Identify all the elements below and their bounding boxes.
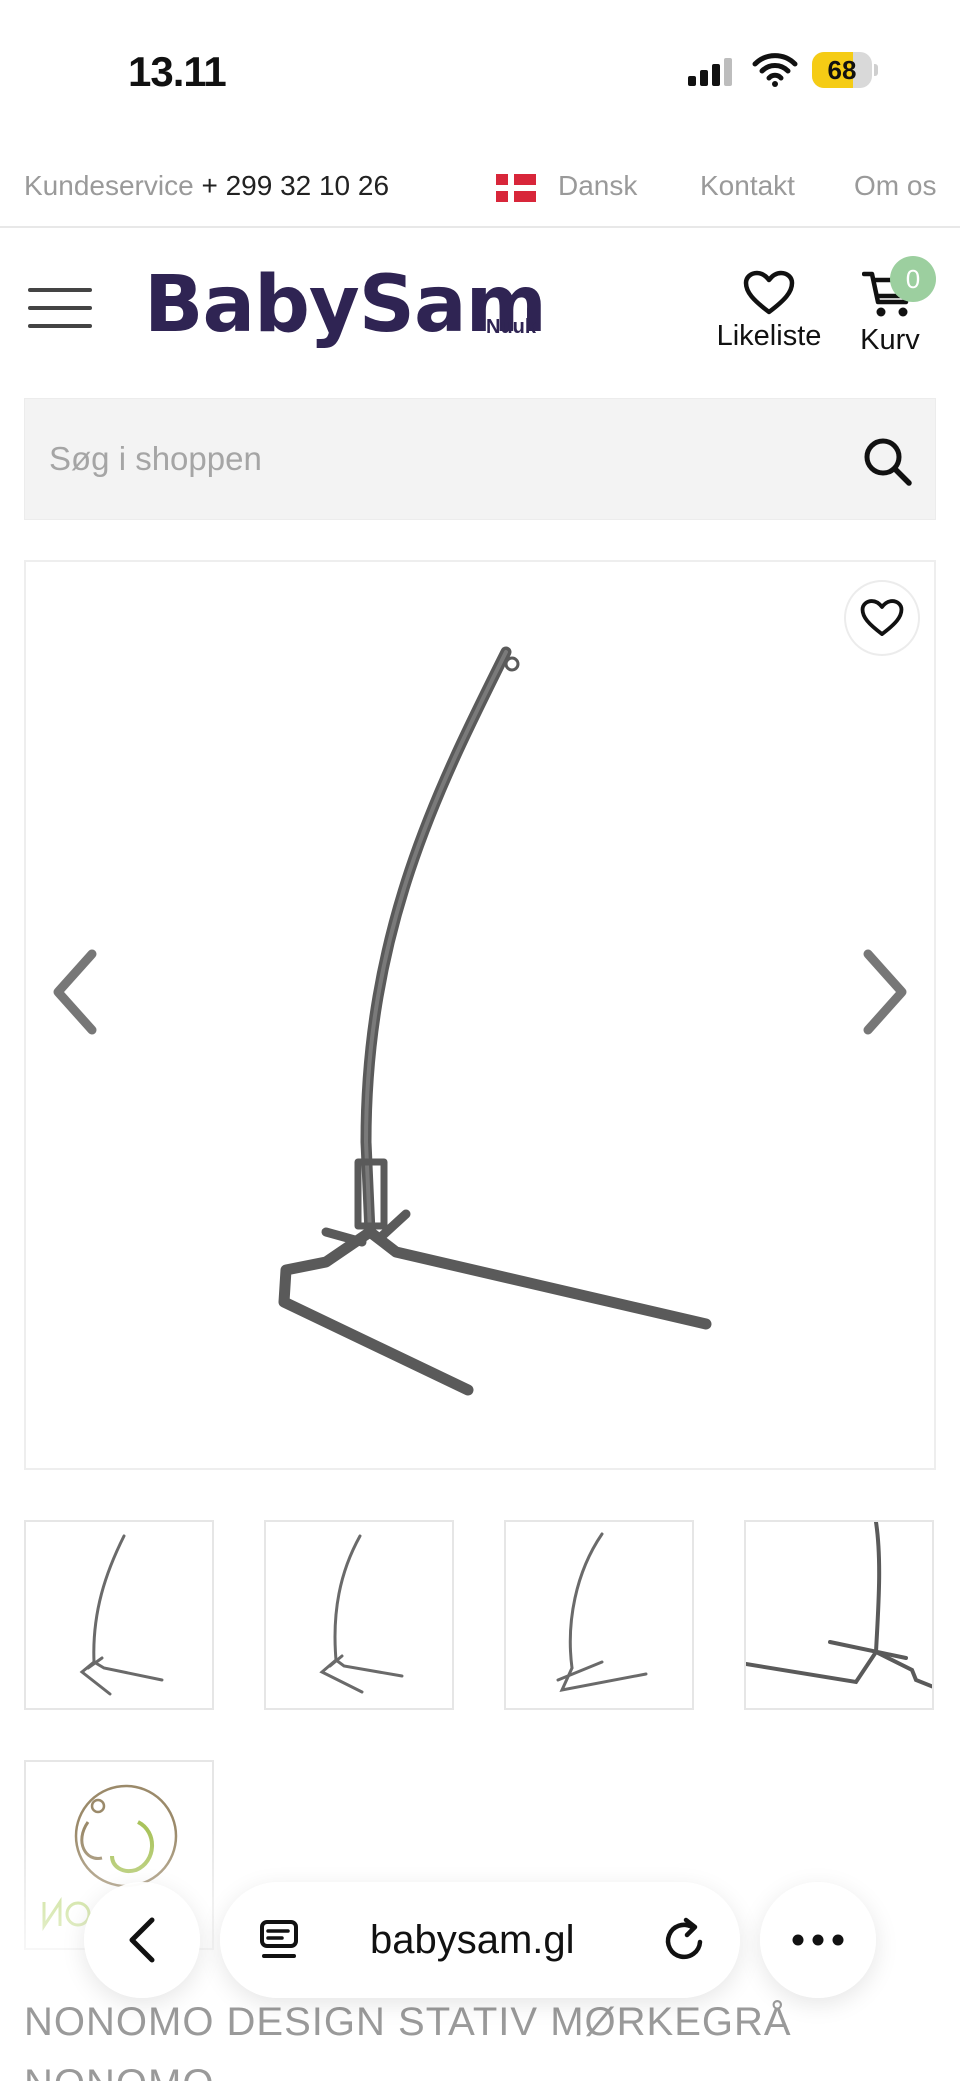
wishlist-button[interactable]: Likeliste — [714, 270, 824, 353]
menu-icon[interactable] — [28, 286, 94, 332]
wifi-icon — [752, 53, 798, 87]
product-title: NONOMO DESIGN STATIV MØRKEGRÅ — [24, 2000, 792, 2044]
previous-image-arrow[interactable] — [46, 942, 106, 1042]
cart-count-badge: 0 — [890, 256, 936, 302]
heart-icon — [743, 270, 795, 315]
reload-icon[interactable] — [662, 1916, 708, 1964]
thumbnail-4[interactable] — [744, 1520, 934, 1710]
site-header: BabySam Nuuk Likeliste 0 Kurv — [0, 230, 960, 380]
wishlist-label: Likeliste — [716, 320, 822, 352]
heart-icon — [860, 599, 904, 636]
status-bar: 13.11 68 — [0, 0, 960, 140]
top-info-bar: Kundeservice + 299 32 10 26 Dansk Kontak… — [0, 152, 960, 228]
next-image-arrow[interactable] — [854, 942, 914, 1042]
battery-icon: 68 — [812, 52, 878, 88]
danish-flag-icon[interactable] — [496, 174, 536, 202]
thumbnail-3[interactable] — [504, 1520, 694, 1710]
thumbnail-1[interactable] — [24, 1520, 214, 1710]
customer-service[interactable]: Kundeservice + 299 32 10 26 — [24, 170, 389, 202]
search-icon[interactable] — [861, 435, 913, 487]
more-icon — [792, 1934, 844, 1946]
search-bar — [24, 398, 936, 520]
browser-more-button[interactable] — [760, 1882, 876, 1998]
logo-location: Nuuk — [486, 316, 536, 338]
thumbnail-image — [746, 1522, 932, 1689]
language-selector[interactable]: Dansk — [558, 170, 637, 202]
tabs-icon[interactable] — [258, 1918, 302, 1964]
search-input[interactable] — [49, 429, 829, 489]
contact-link[interactable]: Kontakt — [700, 170, 795, 202]
status-time: 13.11 — [128, 48, 227, 95]
thumbnail-image — [556, 1532, 648, 1693]
customer-service-label: Kundeservice — [24, 170, 194, 201]
cart-button[interactable]: 0 Kurv — [850, 256, 936, 357]
chevron-left-icon — [129, 1917, 155, 1963]
thumbnail-2[interactable] — [264, 1520, 454, 1710]
thumbnail-image — [79, 1534, 164, 1696]
product-gallery — [24, 560, 936, 1470]
browser-address-bar[interactable]: babysam.gl — [220, 1882, 740, 1998]
about-link[interactable]: Om os — [854, 170, 936, 202]
signal-icon — [688, 58, 732, 86]
cart-label: Kurv — [860, 324, 920, 356]
battery-percent: 68 — [827, 55, 857, 85]
product-brand[interactable]: NONOMO — [24, 2062, 214, 2081]
product-image[interactable] — [266, 602, 746, 1432]
browser-back-button[interactable] — [84, 1882, 200, 1998]
customer-service-phone[interactable]: + 299 32 10 26 — [201, 170, 389, 201]
browser-url[interactable]: babysam.gl — [370, 1918, 575, 1963]
add-to-wishlist-button[interactable] — [846, 582, 918, 654]
thumbnail-image — [319, 1534, 404, 1694]
